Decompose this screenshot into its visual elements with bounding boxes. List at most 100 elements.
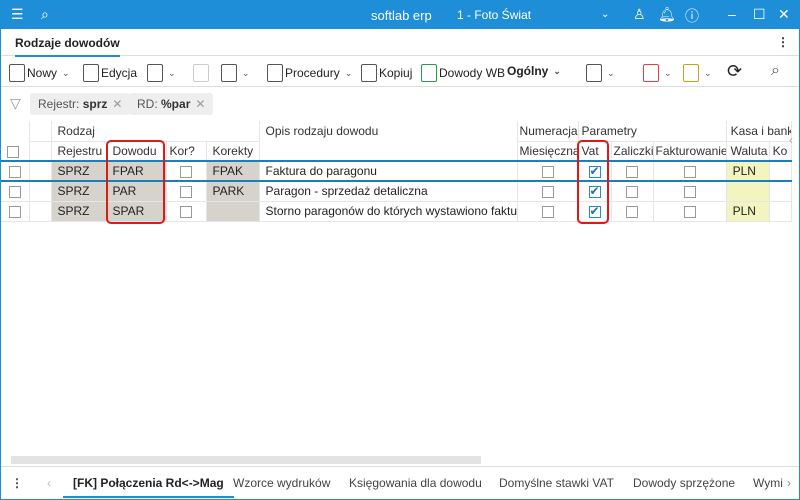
rejestr-cell[interactable]: SPRZ <box>51 201 107 222</box>
tab-stawki-vat[interactable]: Domyślne stawki VAT <box>499 476 614 490</box>
procedures-label: Procedury <box>285 66 340 80</box>
miesieczna-cell <box>517 181 579 202</box>
dowody-wb-button[interactable]: Dowody WB <box>421 64 505 82</box>
search-icon[interactable]: ⌕ <box>41 6 49 23</box>
maximize-icon[interactable]: ☐ <box>753 6 766 23</box>
header-fakturowanie[interactable]: Fakturowanie <box>653 141 727 162</box>
row-checkbox[interactable] <box>8 205 21 218</box>
zaliczki-checkbox[interactable] <box>626 205 639 218</box>
tab-wzorce-wydrukow[interactable]: Wzorce wydruków <box>233 476 330 490</box>
korekty-cell[interactable] <box>206 201 260 222</box>
print-button[interactable]: ⌄ <box>221 64 250 82</box>
edit-button[interactable]: Edycja <box>83 64 137 82</box>
select-all-checkbox[interactable] <box>7 145 19 158</box>
zaliczki-checkbox[interactable] <box>626 165 639 178</box>
row-checkbox[interactable] <box>8 186 21 199</box>
close-icon[interactable]: ✕ <box>778 6 790 23</box>
group-parametry: Parametry <box>578 121 727 142</box>
search-filter-icon[interactable]: ⌕ <box>771 62 780 80</box>
menu-icon[interactable]: ☰ <box>11 6 24 23</box>
header-miesieczna[interactable]: Miesięczna <box>517 141 579 162</box>
zaliczki-cell <box>611 181 654 202</box>
copy-button[interactable]: Kopiuj <box>361 64 412 82</box>
kor-checkbox[interactable] <box>180 186 192 199</box>
tab-rodzaje-dowodow[interactable]: Rodzaje dowodów <box>15 36 120 57</box>
chip-value: sprz <box>82 97 108 111</box>
kor-checkbox[interactable] <box>180 165 192 178</box>
row-checkbox[interactable] <box>8 165 21 178</box>
rejestr-cell[interactable]: SPRZ <box>51 181 107 202</box>
miesieczna-checkbox[interactable] <box>541 205 554 218</box>
fakturowanie-cell <box>653 160 727 182</box>
waluta-cell[interactable] <box>726 181 770 202</box>
close-icon[interactable]: ✕ <box>112 97 122 111</box>
kor-checkbox[interactable] <box>180 205 192 218</box>
fakturowanie-checkbox[interactable] <box>683 205 696 218</box>
korekty-cell[interactable]: FPAK <box>206 160 260 182</box>
header-rejestru[interactable]: Rejestru <box>51 141 107 162</box>
help-icon[interactable]: ⓘ <box>685 6 699 26</box>
opis-cell[interactable]: Storno paragonów do których wystawiono f… <box>259 201 518 222</box>
tab-fk-polaczenia[interactable]: [FK] Połączenia Rd<->Mag <box>63 476 234 498</box>
chart-button[interactable]: ⌄ <box>643 64 672 82</box>
opis-cell[interactable]: Faktura do paragonu <box>259 160 518 182</box>
header-zaliczki[interactable]: Zaliczki <box>611 141 654 162</box>
chevron-right-icon[interactable]: › <box>787 476 791 490</box>
group-rodzaj: Rodzaj <box>51 121 260 142</box>
opis-cell[interactable]: Paragon - sprzedaż detaliczna <box>259 181 518 202</box>
calc-button[interactable]: ⌄ <box>586 64 615 82</box>
settings-button[interactable]: ⌄ <box>683 64 712 82</box>
minimize-icon[interactable]: – <box>728 6 736 22</box>
highlight-vat <box>577 140 609 224</box>
filter-chip-rd[interactable]: RD: %par ✕ <box>129 93 214 115</box>
chevron-down-icon[interactable]: ⌄ <box>601 9 609 20</box>
horizontal-scrollbar[interactable] <box>11 456 481 464</box>
chevron-left-icon[interactable]: ‹ <box>789 133 793 147</box>
tab-wym[interactable]: Wymi <box>753 476 783 490</box>
delete-button[interactable] <box>193 64 209 82</box>
general-dropdown[interactable]: Ogólny ⌄ <box>507 64 561 78</box>
bar-chart-icon <box>643 64 659 82</box>
header-kor[interactable]: Kor? <box>166 141 207 162</box>
rejestr-cell[interactable]: SPRZ <box>51 160 107 182</box>
fakturowanie-checkbox[interactable] <box>683 186 696 199</box>
korekty-cell[interactable]: PARK <box>206 181 260 202</box>
user-icon[interactable]: ♙ <box>633 6 646 23</box>
filter-bar: ▽ Rejestr: sprz ✕ RD: %par ✕ <box>1 91 799 117</box>
close-icon[interactable]: ✕ <box>195 97 205 111</box>
info-button[interactable]: ⌄ <box>147 64 176 82</box>
copy-label: Kopiuj <box>379 66 413 80</box>
procedures-button[interactable]: Procedury ⌄ <box>267 64 352 82</box>
gear-icon <box>683 64 699 82</box>
zaliczki-checkbox[interactable] <box>626 186 639 199</box>
tab-dowody-sprzezone[interactable]: Dowody sprzężone <box>633 476 735 490</box>
printer-icon <box>221 64 237 82</box>
chevron-left-icon[interactable]: ‹ <box>47 476 51 490</box>
header-waluta[interactable]: Waluta <box>726 141 770 162</box>
fakturowanie-checkbox[interactable] <box>683 165 696 178</box>
header-opis[interactable]: Opis rodzaju dowodu <box>259 121 518 162</box>
waluta-cell[interactable]: PLN <box>726 160 770 182</box>
company-selector[interactable]: 1 - Foto Świat <box>457 8 531 22</box>
edit-label: Edycja <box>101 66 138 80</box>
new-button[interactable]: Nowy ⌄ <box>9 64 70 82</box>
edit-icon <box>83 64 99 82</box>
waluta-cell[interactable]: PLN <box>726 201 770 222</box>
tab-ksiegowania[interactable]: Księgowania dla dowodu <box>349 476 482 490</box>
filter-chip-rejestr[interactable]: Rejestr: sprz ✕ <box>30 93 131 115</box>
header-korekty[interactable]: Korekty <box>206 141 260 162</box>
header-ko[interactable]: Ko <box>769 141 792 162</box>
fakturowanie-cell <box>653 181 727 202</box>
group-numeracja: Numeracja <box>517 121 579 142</box>
miesieczna-checkbox[interactable] <box>541 186 554 199</box>
copy-icon <box>361 64 377 82</box>
miesieczna-checkbox[interactable] <box>541 165 554 178</box>
miesieczna-cell <box>517 201 579 222</box>
more-icon[interactable]: ⋮ <box>11 476 23 490</box>
app-title: softlab erp <box>371 8 432 23</box>
bell-icon[interactable]: 🔔︎ <box>658 6 676 23</box>
miesieczna-cell <box>517 160 579 182</box>
refresh-icon[interactable]: ⟳ <box>727 61 742 82</box>
filter-icon[interactable]: ▽ <box>10 95 21 112</box>
more-icon[interactable]: ⋮ <box>777 35 789 49</box>
